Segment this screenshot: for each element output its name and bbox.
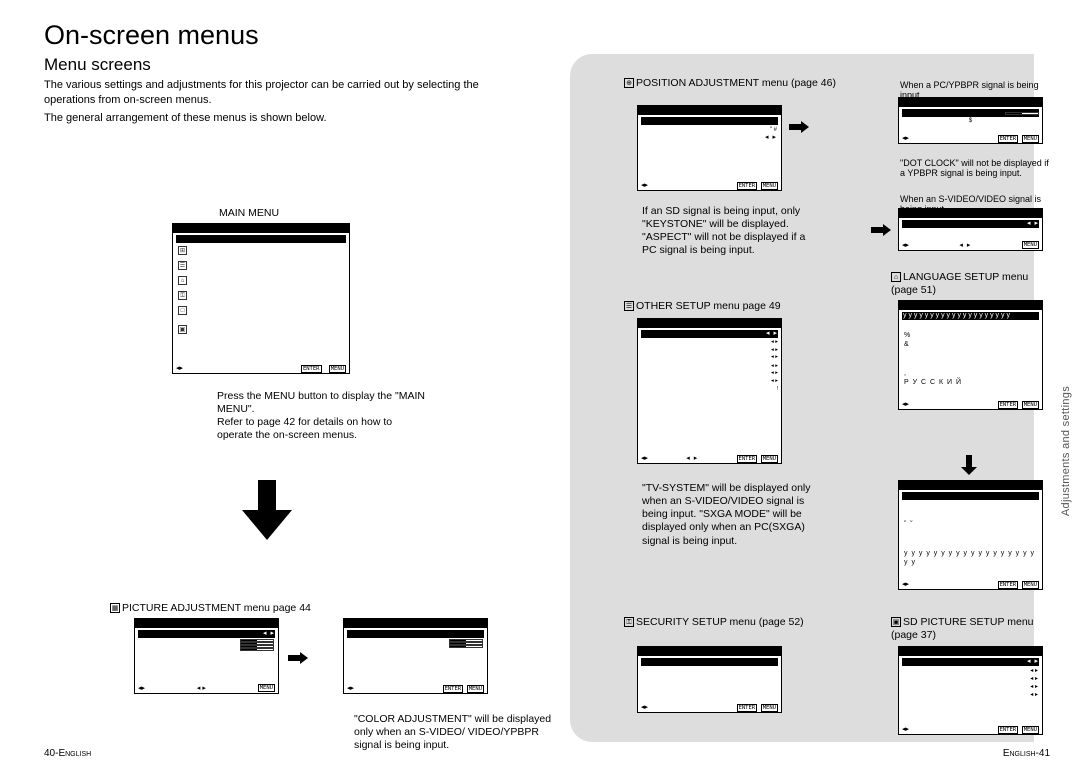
other-setup-note: "TV-SYSTEM" will be displayed only when …: [642, 482, 832, 548]
intro-p2: The general arrangement of these menus i…: [44, 111, 494, 126]
sd-picture-setup-screen: ◂ ▸ ◂ ▸ ◂ ▸ ◂ ▸ ◂ ▸ ◂▸ENTER MENU: [898, 646, 1043, 735]
menu-button-icon: MENU: [329, 365, 346, 373]
enter-button-icon: ENTER: [301, 365, 322, 373]
position-r1-screen: $ ◂▸ENTER MENU: [898, 97, 1043, 144]
security-setup-screen: ◂▸ENTER MENU: [637, 646, 782, 713]
position-adj-label: ⊕POSITION ADJUSTMENT menu (page 46): [624, 77, 836, 90]
other-setup-label: ☰OTHER SETUP menu page 49: [624, 300, 781, 313]
security-setup-label: ⚿SECURITY SETUP menu (page 52): [624, 616, 804, 629]
sd-picture-setup-label: ▣SD PICTURE SETUP menu (page 37): [891, 616, 1050, 642]
lang-setup-label: ⌂LANGUAGE SETUP menu (page 51): [891, 271, 1050, 297]
arrow-down-icon: [242, 480, 292, 545]
position-adj-note: If an SD signal is being input, only "KE…: [642, 205, 822, 258]
side-tab: Adjustments and settings: [1060, 386, 1072, 516]
main-menu-item-selected: [176, 235, 346, 243]
picture-adj-note: "COLOR ADJUSTMENT" will be displayed onl…: [354, 713, 564, 752]
position-adj-screen: " # ◂ ▸ ◂▸ENTER MENU: [637, 105, 782, 191]
section-title: Menu screens: [44, 55, 1050, 75]
lang-setup-screen-1: y y y y y y y y y y y y y y y y y y y y …: [898, 300, 1043, 410]
main-menu-label: MAIN MENU: [219, 207, 279, 220]
picture-adj-label: ▦PICTURE ADJUSTMENT menu page 44: [110, 602, 311, 615]
other-setup-screen: ◂ ▸ ◂ ▸ ◂ ▸ ◂ ▸ ◂ ▸ ◂ ▸ ◂ ▸ ! ◂▸◂ ▸ENTER…: [637, 318, 782, 464]
arrow-right-icon: [789, 120, 809, 138]
arrow-right-icon: [871, 223, 891, 241]
position-r1-note: "DOT CLOCK" will not be displayed if a Y…: [900, 158, 1050, 179]
menu-icon: ⚿: [178, 291, 187, 300]
main-menu-screen: ⊞ ☰ ⌂ ⚿ □ ▣ ◂▸ ENTER MENU: [172, 223, 350, 374]
menu-icon: ⊞: [178, 246, 187, 255]
menu-icon: ⌂: [178, 276, 187, 285]
page-footer-left: 40-English: [44, 748, 91, 759]
picture-adj-screen-1: ◂ ▸ ◂▸◂ ▸MENU: [134, 618, 279, 694]
page-title: On-screen menus: [44, 20, 1050, 51]
menu-icon: □: [178, 306, 187, 315]
arrow-down-icon: [961, 455, 977, 480]
nav-arrows-icon: ◂▸: [176, 364, 183, 372]
position-r2-screen: ◂ ▸ ◂▸◂ ▸MENU: [898, 208, 1043, 251]
intro-p1: The various settings and adjustments for…: [44, 78, 494, 108]
menu-icon: ☰: [178, 261, 187, 270]
arrow-right-icon: [288, 651, 308, 669]
picture-adj-screen-2: ◂▸ENTER MENU: [343, 618, 488, 694]
main-menu-note: Press the MENU button to display the "MA…: [217, 390, 427, 443]
page-footer-right: English-41: [1003, 748, 1050, 759]
lang-setup-screen-2: ˘ ˘ y y y y y y y y y y y y y y y y y y …: [898, 480, 1043, 590]
menu-icon: ▣: [178, 325, 187, 334]
